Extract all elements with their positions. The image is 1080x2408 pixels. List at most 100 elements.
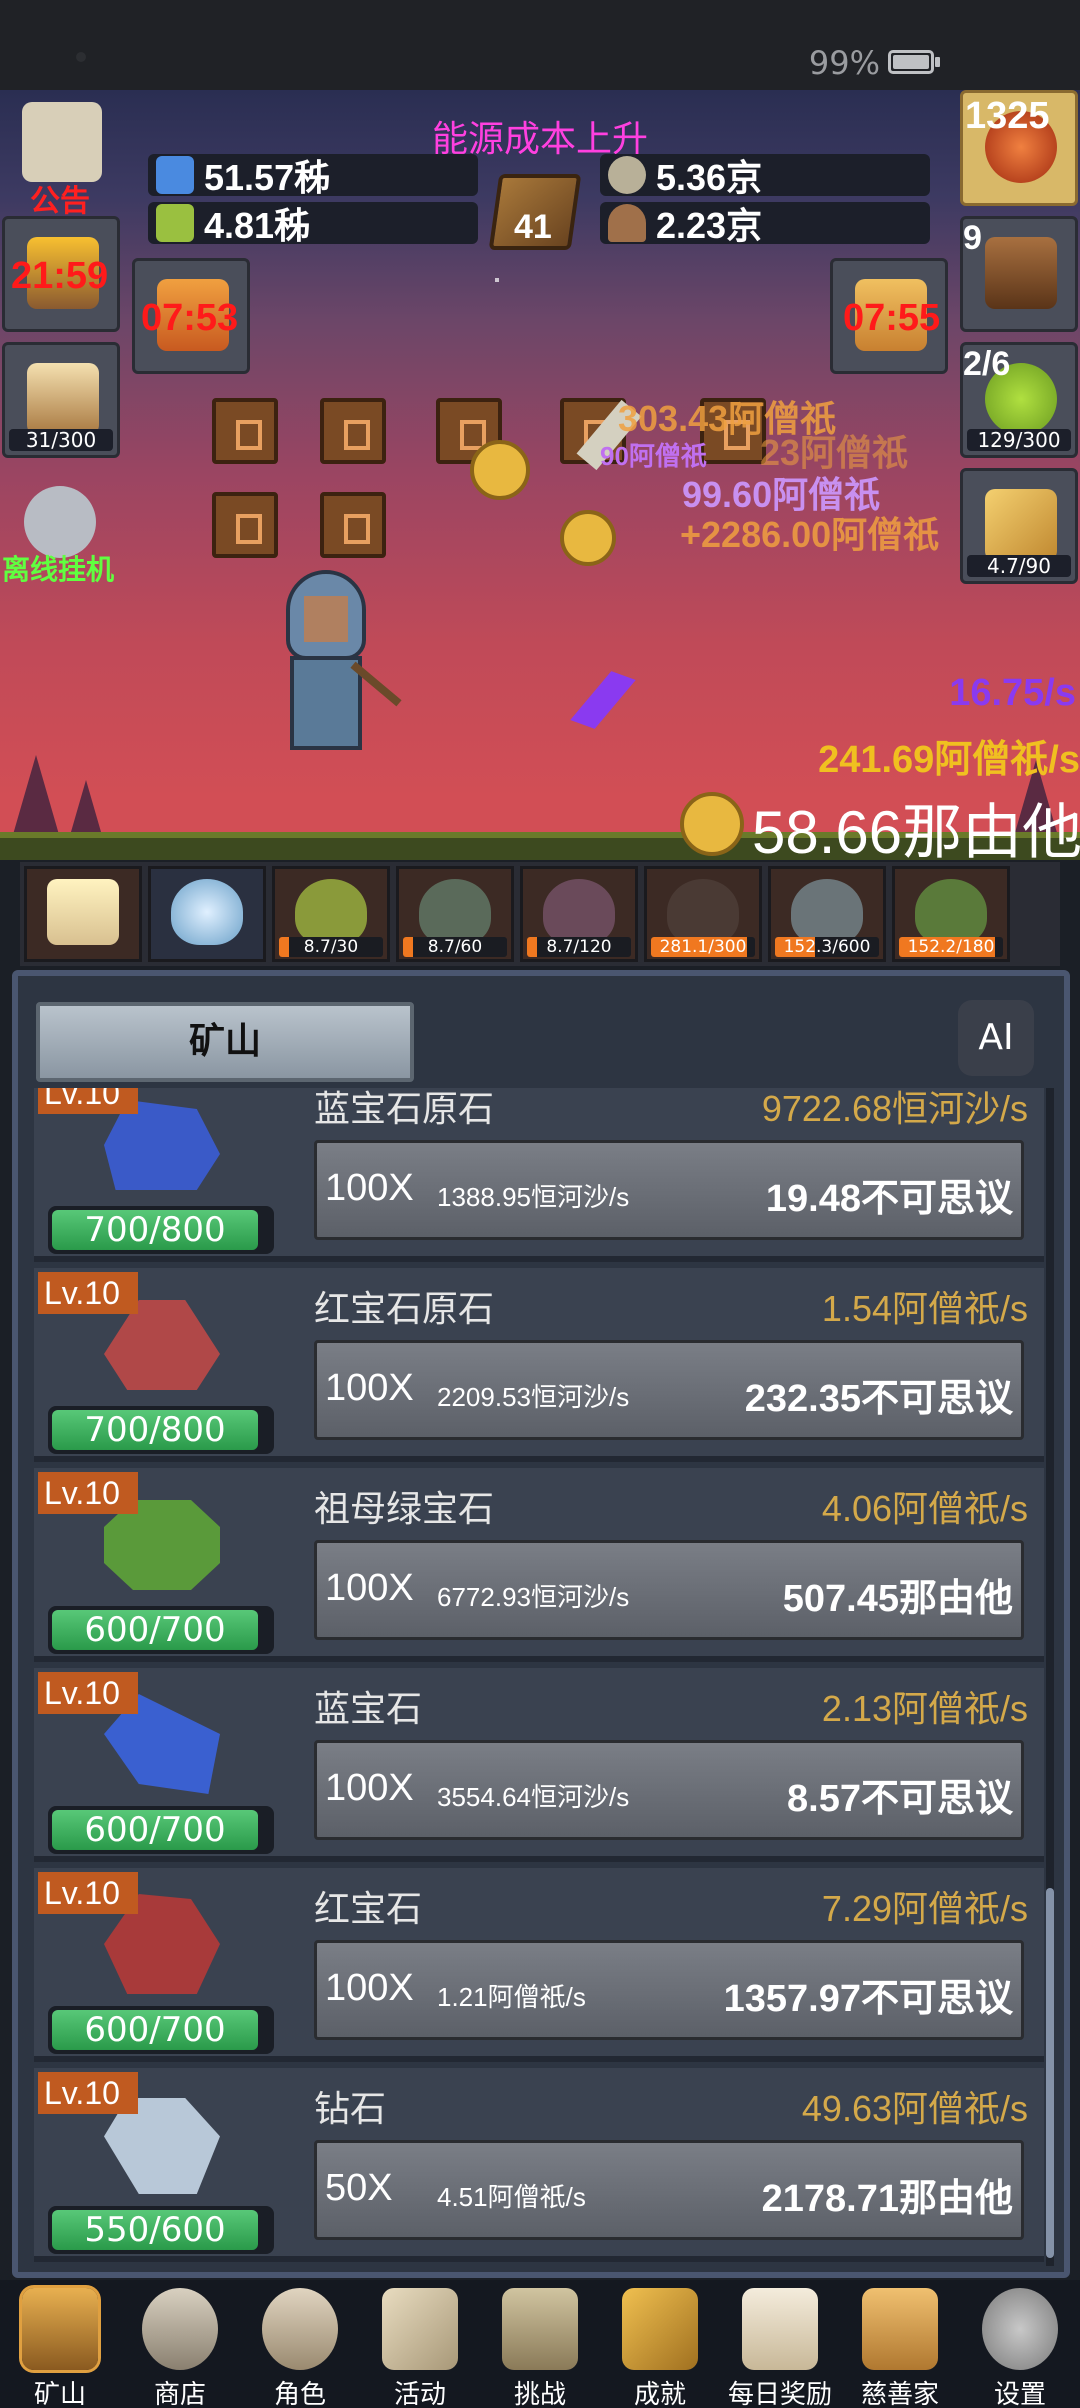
gift-box-button[interactable]: 07:53 <box>132 258 250 374</box>
resource-coin: 5.36京 <box>600 154 930 198</box>
slime-button[interactable]: 2/6 129/300 <box>960 342 1078 458</box>
battery-percent: 99% <box>808 44 880 82</box>
nav-achievement[interactable]: 成就 <box>600 2280 720 2408</box>
capacity-bar: 600/700 <box>52 1810 258 1850</box>
zombie-icon <box>419 879 491 945</box>
gold-coin-icon <box>680 792 744 856</box>
battery-icon <box>888 50 934 74</box>
nav-challenge[interactable]: 挑战 <box>480 2280 600 2408</box>
resource-panel: 51.57秭 4.81秭 5.36京 2.23京 41 <box>140 154 940 254</box>
gem-name: 蓝宝石原石 <box>314 1089 495 1130</box>
upgrade-button[interactable]: 100X 6772.93恒河沙/s 507.45那由他 <box>314 1540 1024 1640</box>
gem-rate: 4.06阿僧祇/s <box>821 1488 1028 1529</box>
mine-chest[interactable] <box>212 398 278 464</box>
damage-float: +2286.00阿僧祇 <box>680 514 940 555</box>
potion-button[interactable]: 1325 <box>960 90 1078 206</box>
map-icon <box>502 2288 578 2370</box>
upgrade-button[interactable]: 100X 2209.53恒河沙/s 232.35不可思议 <box>314 1340 1024 1440</box>
tab-mine[interactable]: 矿山 <box>36 1002 414 1082</box>
miner-character <box>286 570 402 790</box>
mine-chest[interactable] <box>320 398 386 464</box>
pet-slot[interactable]: 281.1/300 <box>644 866 762 962</box>
blue-potion-icon <box>156 156 194 194</box>
pet-slot[interactable]: 8.7/60 <box>396 866 514 962</box>
egg-icon <box>171 879 243 945</box>
nav-shop[interactable]: 商店 <box>120 2280 240 2408</box>
nav-daily-reward[interactable]: 每日奖励 <box>720 2280 840 2408</box>
nav-event[interactable]: 活动 <box>360 2280 480 2408</box>
ghost-icon <box>791 879 863 945</box>
key-icon <box>622 2288 698 2370</box>
book-count: 41 <box>514 208 552 246</box>
stone-icon <box>142 2288 218 2370</box>
chest-button[interactable]: 9 <box>960 216 1078 332</box>
green-potion-icon <box>156 204 194 242</box>
scroll-icon <box>22 102 102 182</box>
gold-total: 58.66那由他 <box>752 799 1080 860</box>
pet-slot[interactable]: 152.3/600 <box>768 866 886 962</box>
pet-slot[interactable]: 8.7/120 <box>520 866 638 962</box>
nav-mine[interactable]: 矿山 <box>0 2280 120 2408</box>
list-item: Lv.10 550/600 钻石 49.63阿僧祇/s 50X 4.51阿僧祇/… <box>34 2068 1044 2262</box>
income-rate: 241.69阿僧祇/s <box>818 739 1080 781</box>
pet-slot[interactable]: 8.7/30 <box>272 866 390 962</box>
offline-idle-button[interactable]: 离线挂机 <box>2 468 120 585</box>
game-scene[interactable]: 能源成本上升 51.57秭 4.81秭 5.36京 2.23京 41 公告 21… <box>0 90 1080 860</box>
bread-button[interactable]: 07:55 <box>830 258 948 374</box>
upgrade-button[interactable]: 100X 1.21阿僧祇/s 1357.97不可思议 <box>314 1940 1024 2040</box>
gear-icon <box>982 2288 1058 2370</box>
silver-coin-icon <box>608 156 646 194</box>
candle-slot[interactable] <box>24 866 142 962</box>
treasure-chest-icon <box>985 237 1057 309</box>
green-slime-icon <box>295 879 367 945</box>
upgrade-button[interactable]: 100X 3554.64恒河沙/s 8.57不可思议 <box>314 1740 1024 1840</box>
egg-slot[interactable] <box>148 866 266 962</box>
gem-list[interactable]: Lv.10 700/800 蓝宝石原石 9722.68恒河沙/s 100X 13… <box>34 1088 1044 2266</box>
camera-dot <box>76 52 86 62</box>
gem-rate: 7.29阿僧祇/s <box>821 1888 1028 1929</box>
coin-icon <box>470 440 530 500</box>
mine-chest[interactable] <box>212 492 278 558</box>
nav-character[interactable]: 角色 <box>240 2280 360 2408</box>
capacity-bar: 600/700 <box>52 1610 258 1650</box>
pet-slot[interactable]: 152.2/180 <box>892 866 1010 962</box>
gem-rate: 9722.68恒河沙/s <box>761 1088 1028 1129</box>
candle-icon <box>47 879 119 945</box>
envelope-icon <box>742 2288 818 2370</box>
dps-rate: 16.75/s <box>949 672 1076 714</box>
gem-name: 钻石 <box>314 2089 387 2130</box>
resource-green: 4.81秭 <box>148 202 478 246</box>
list-item: Lv.10 600/700 红宝石 7.29阿僧祇/s 100X 1.21阿僧祇… <box>34 1868 1044 2062</box>
sword-button[interactable]: 4.7/90 <box>960 468 1078 584</box>
gem-rate: 2.13阿僧祇/s <box>821 1688 1028 1729</box>
shell-icon <box>608 204 646 242</box>
upgrade-button[interactable]: 100X 1388.95恒河沙/s 19.48不可思议 <box>314 1140 1024 1240</box>
upgrade-button[interactable]: 50X 4.51阿僧祇/s 2178.71那由他 <box>314 2140 1024 2240</box>
mug-icon <box>27 363 99 435</box>
scroll-icon <box>382 2288 458 2370</box>
capacity-bar: 550/600 <box>52 2210 258 2250</box>
nav-philanthropist[interactable]: 慈善家 <box>840 2280 960 2408</box>
ai-button[interactable]: AI <box>958 1000 1034 1076</box>
gem-name: 蓝宝石 <box>314 1689 423 1730</box>
resource-shell: 2.23京 <box>600 202 930 246</box>
mine-chest[interactable] <box>320 492 386 558</box>
nav-settings[interactable]: 设置 <box>960 2280 1080 2408</box>
sword-icon <box>985 489 1057 561</box>
game-screen: { "status":{"battery":"99%"}, "top":{ "h… <box>0 0 1080 2408</box>
gem-name: 祖母绿宝石 <box>314 1489 495 1530</box>
notice-button[interactable]: 公告 <box>2 90 120 218</box>
capacity-bar: 600/700 <box>52 2010 258 2050</box>
pet-bar: 8.7/30 8.7/60 8.7/120 281.1/300 152.3/60… <box>20 862 1060 966</box>
list-item: Lv.10 600/700 蓝宝石 2.13阿僧祇/s 100X 3554.64… <box>34 1668 1044 1862</box>
status-bar: 99% <box>0 0 1080 90</box>
capacity-bar: 700/800 <box>52 1210 258 1250</box>
gem-rate: 1.54阿僧祇/s <box>821 1288 1028 1329</box>
torch-button[interactable]: 21:59 <box>2 216 120 332</box>
resource-blue: 51.57秭 <box>148 154 478 198</box>
drink-button[interactable]: 31/300 <box>2 342 120 458</box>
list-item: Lv.10 700/800 蓝宝石原石 9722.68恒河沙/s 100X 13… <box>34 1088 1044 1262</box>
goblin-icon <box>915 879 987 945</box>
scrollbar[interactable] <box>1046 1088 1054 2266</box>
bat-icon <box>543 879 615 945</box>
